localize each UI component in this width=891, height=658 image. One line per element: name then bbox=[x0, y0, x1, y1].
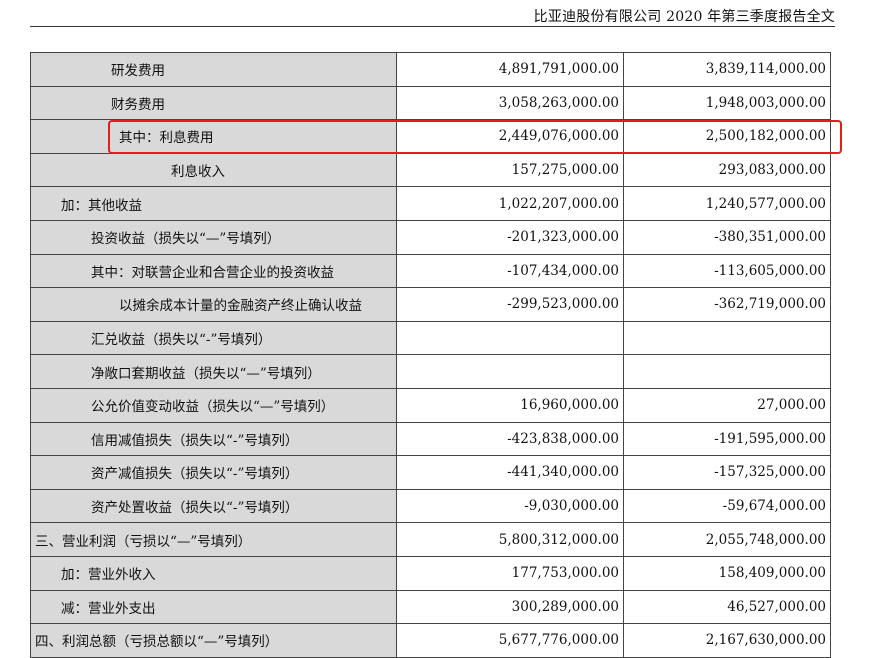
row-label: 减：营业外支出 bbox=[30, 589, 397, 625]
current-period-value: 157,275,000.00 bbox=[396, 152, 624, 188]
row-label: 其中：对联营企业和合营企业的投资收益 bbox=[30, 253, 397, 289]
row-label: 以摊余成本计量的金融资产终止确认收益 bbox=[30, 287, 397, 322]
table-row: 以摊余成本计量的金融资产终止确认收益 -299,523,000.00 -362,71… bbox=[30, 287, 831, 322]
table-row: 净敞口套期收益（损失以“—”号填列） bbox=[30, 354, 831, 389]
table-row: 加：其他收益 1,022,207,000.00 1,240,577,000.00 bbox=[30, 186, 831, 221]
current-period-value: 300,289,000.00 bbox=[396, 589, 624, 625]
current-period-value: -423,838,000.00 bbox=[396, 421, 624, 457]
current-period-value: -9,030,000.00 bbox=[396, 488, 624, 524]
prior-period-value: -362,719,000.00 bbox=[623, 287, 831, 322]
prior-period-value: -59,674,000.00 bbox=[623, 488, 831, 524]
current-period-value: 4,891,791,000.00 bbox=[396, 52, 624, 87]
table-row: 财务费用 3,058,263,000.00 1,948,003,000.00 bbox=[30, 85, 831, 121]
row-label: 汇兑收益（损失以“-”号填列） bbox=[30, 320, 397, 356]
current-period-value: 5,800,312,000.00 bbox=[396, 522, 624, 557]
current-period-value: 1,022,207,000.00 bbox=[396, 186, 624, 221]
row-label: 资产处置收益（损失以“-”号填列） bbox=[30, 488, 397, 524]
table-row: 投资收益（损失以“—”号填列） -201,323,000.00 -380,351,0… bbox=[30, 219, 831, 255]
prior-period-value: 2,167,630,000.00 bbox=[623, 623, 831, 658]
table-row: 三、营业利润（亏损以“—”号填列） 5,800,312,000.00 2,055,7… bbox=[30, 522, 831, 557]
table-row: 研发费用 4,891,791,000.00 3,839,114,000.00 bbox=[30, 52, 831, 87]
prior-period-value: -113,605,000.00 bbox=[623, 253, 831, 289]
table-row: 公允价值变动收益（损失以“—”号填列） 16,960,000.00 27,000.0… bbox=[30, 387, 831, 423]
prior-period-value: -157,325,000.00 bbox=[623, 455, 831, 490]
prior-period-value: -380,351,000.00 bbox=[623, 219, 831, 255]
row-label: 公允价值变动收益（损失以“—”号填列） bbox=[30, 387, 397, 423]
current-period-value: 5,677,776,000.00 bbox=[396, 623, 624, 658]
current-period-value: 177,753,000.00 bbox=[396, 555, 624, 591]
row-label: 资产减值损失（损失以“-”号填列） bbox=[30, 455, 397, 490]
row-label: 财务费用 bbox=[30, 85, 397, 121]
current-period-value: 3,058,263,000.00 bbox=[396, 85, 624, 121]
row-label: 加：其他收益 bbox=[30, 186, 397, 221]
current-period-value bbox=[396, 320, 624, 356]
prior-period-value: 293,083,000.00 bbox=[623, 152, 831, 188]
income-statement-table: 研发费用 4,891,791,000.00 3,839,114,000.00 财务费用… bbox=[30, 52, 831, 658]
prior-period-value: 3,839,114,000.00 bbox=[623, 52, 831, 87]
row-label: 其中：利息费用 bbox=[30, 119, 397, 154]
prior-period-value: 1,240,577,000.00 bbox=[623, 186, 831, 221]
table-row: 其中：对联营企业和合营企业的投资收益 -107,434,000.00 -113,60… bbox=[30, 253, 831, 289]
table-row: 利息收入 157,275,000.00 293,083,000.00 bbox=[30, 152, 831, 188]
current-period-value: -107,434,000.00 bbox=[396, 253, 624, 289]
prior-period-value: -191,595,000.00 bbox=[623, 421, 831, 457]
prior-period-value: 27,000.00 bbox=[623, 387, 831, 423]
current-period-value: -201,323,000.00 bbox=[396, 219, 624, 255]
current-period-value: -299,523,000.00 bbox=[396, 287, 624, 322]
table-row: 信用减值损失（损失以“-”号填列） -423,838,000.00 -191,595… bbox=[30, 421, 831, 457]
row-label: 信用减值损失（损失以“-”号填列） bbox=[30, 421, 397, 457]
page-header-title: 比亚迪股份有限公司 2020 年第三季度报告全文 bbox=[533, 9, 835, 25]
current-period-value: 16,960,000.00 bbox=[396, 387, 624, 423]
current-period-value bbox=[396, 354, 624, 389]
row-label: 三、营业利润（亏损以“—”号填列） bbox=[30, 522, 397, 557]
table-row: 减：营业外支出 300,289,000.00 46,527,000.00 bbox=[30, 589, 831, 625]
prior-period-value: 2,055,748,000.00 bbox=[623, 522, 831, 557]
prior-period-value bbox=[623, 320, 831, 356]
row-label: 净敞口套期收益（损失以“—”号填列） bbox=[30, 354, 397, 389]
row-label: 研发费用 bbox=[30, 52, 397, 87]
table-row: 资产减值损失（损失以“-”号填列） -441,340,000.00 -157,325… bbox=[30, 455, 831, 490]
table-row: 其中：利息费用 2,449,076,000.00 2,500,182,000.00 bbox=[30, 119, 831, 154]
table-body: 研发费用 4,891,791,000.00 3,839,114,000.00 财务费用… bbox=[30, 52, 831, 658]
table-row: 加：营业外收入 177,753,000.00 158,409,000.00 bbox=[30, 555, 831, 591]
prior-period-value: 2,500,182,000.00 bbox=[623, 119, 831, 154]
prior-period-value: 158,409,000.00 bbox=[623, 555, 831, 591]
prior-period-value bbox=[623, 354, 831, 389]
header-divider bbox=[30, 26, 835, 27]
prior-period-value: 46,527,000.00 bbox=[623, 589, 831, 625]
current-period-value: -441,340,000.00 bbox=[396, 455, 624, 490]
table-row: 四、利润总额（亏损总额以“—”号填列） 5,677,776,000.00 2,167… bbox=[30, 623, 831, 658]
current-period-value: 2,449,076,000.00 bbox=[396, 119, 624, 154]
prior-period-value: 1,948,003,000.00 bbox=[623, 85, 831, 121]
row-label: 投资收益（损失以“—”号填列） bbox=[30, 219, 397, 255]
row-label: 加：营业外收入 bbox=[30, 555, 397, 591]
table-row: 汇兑收益（损失以“-”号填列） bbox=[30, 320, 831, 356]
table-row: 资产处置收益（损失以“-”号填列） -9,030,000.00 -59,674,00… bbox=[30, 488, 831, 524]
row-label: 四、利润总额（亏损总额以“—”号填列） bbox=[30, 623, 397, 658]
row-label: 利息收入 bbox=[30, 152, 397, 188]
